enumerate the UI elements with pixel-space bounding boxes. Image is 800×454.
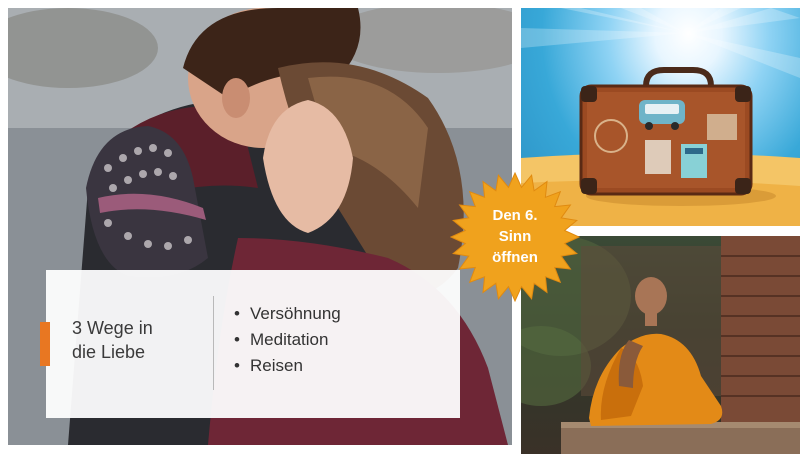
topic-card: 3 Wege in die Liebe • Versöhnung • Medit… xyxy=(40,270,460,418)
bullet-icon: • xyxy=(234,304,240,323)
topic-item-meditation: • Meditation xyxy=(234,327,341,353)
topic-item-reisen: • Reisen xyxy=(234,353,341,379)
topic-label: Versöhnung xyxy=(250,304,341,323)
badge-line3: öffnen xyxy=(492,249,538,266)
card-title: 3 Wege in die Liebe xyxy=(72,316,222,364)
bullet-icon: • xyxy=(234,330,240,349)
badge-label: Den 6. Sinn öffnen xyxy=(450,205,580,268)
topic-label: Reisen xyxy=(250,356,303,375)
badge-line2: Sinn xyxy=(498,228,532,245)
card-title-line1: 3 Wege in xyxy=(72,318,153,338)
card-divider xyxy=(213,296,214,390)
accent-bar xyxy=(40,322,50,366)
topic-label: Meditation xyxy=(250,330,329,349)
badge-line1: Den 6. xyxy=(492,207,538,224)
card-title-line2: die Liebe xyxy=(72,342,146,362)
topic-list: • Versöhnung • Meditation • Reisen xyxy=(234,301,341,379)
sunburst-badge: Den 6. Sinn öffnen xyxy=(450,172,580,302)
bullet-icon: • xyxy=(234,356,240,375)
topic-item-versoehnung: • Versöhnung xyxy=(234,301,341,327)
